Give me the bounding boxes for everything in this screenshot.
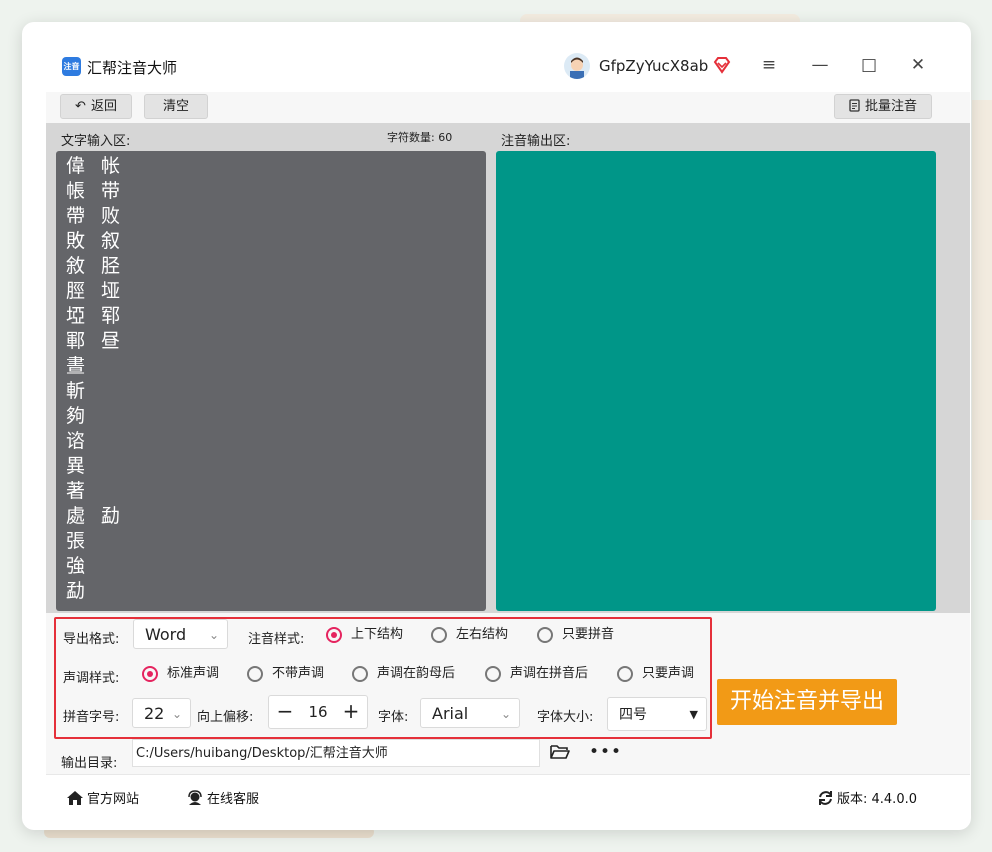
chevron-down-icon: ⌄ — [500, 707, 511, 721]
menu-button[interactable]: ≡ — [756, 52, 782, 78]
user-avatar[interactable] — [564, 53, 590, 79]
home-icon — [67, 791, 83, 805]
output-dir-label: 输出目录: — [61, 756, 118, 771]
input-line: 斬 — [66, 380, 91, 402]
app-title: 汇帮注音大师 — [87, 59, 178, 77]
input-line: 張 — [66, 530, 91, 552]
input-line: 異 — [66, 455, 91, 477]
input-line: 埡 郓 — [66, 305, 126, 327]
input-line: 帶 败 — [66, 205, 126, 227]
online-support-link[interactable]: 在线客服 — [186, 788, 259, 807]
radio-selected-icon — [326, 627, 342, 643]
toolbar: ↶ 返回 清空 批量注音 — [46, 92, 970, 124]
pinyin-output-area[interactable] — [496, 151, 936, 611]
input-line: 脛 垭 — [66, 280, 126, 302]
font-size-value: 四号 — [619, 707, 647, 723]
font-size-select[interactable]: 四号 ▼ — [607, 697, 707, 731]
input-line: 敗 叙 — [66, 230, 126, 252]
input-line: 帳 带 — [66, 180, 126, 202]
input-line: 敘 胫 — [66, 255, 126, 277]
refresh-icon — [819, 791, 832, 805]
folder-open-icon[interactable] — [549, 742, 571, 762]
font-value: Arial — [432, 704, 469, 723]
maximize-button[interactable]: □ — [856, 52, 882, 78]
start-export-button[interactable]: 开始注音并导出 — [717, 679, 897, 725]
footer: 官方网站 在线客服 版本: 4.4.0.0 — [46, 774, 970, 811]
font-size-label: 字体大小: — [537, 710, 594, 725]
radio-icon — [617, 666, 633, 682]
app-window: 注音 汇帮注音大师 GfpZyYucX8ab ≡ — □ ✕ ↶ 返回 清空 批… — [22, 22, 971, 830]
offset-label: 向上偏移: — [197, 710, 254, 725]
undo-arrow-icon: ↶ — [75, 99, 86, 114]
caret-down-icon: ▼ — [689, 708, 698, 721]
headset-icon — [188, 790, 202, 805]
input-line: 勐 — [66, 580, 91, 602]
batch-annotate-button[interactable]: 批量注音 — [834, 94, 932, 119]
options-panel: 导出格式: Word ⌄ 注音样式: 上下结构 左右结构 只要拼音 声调样式: … — [54, 617, 712, 739]
input-line: 強 — [66, 555, 91, 577]
radio-selected-icon — [142, 666, 158, 682]
more-options-icon[interactable]: ••• — [589, 742, 622, 762]
pinyin-size-select[interactable]: 22 ⌄ — [132, 698, 191, 728]
clear-button[interactable]: 清空 — [144, 94, 208, 119]
work-area: 文字输入区: 字符数量: 60 注音输出区: 偉 帐 帳 带 帶 败 敗 叙 敘… — [46, 123, 970, 613]
back-button[interactable]: ↶ 返回 — [60, 94, 132, 119]
username[interactable]: GfpZyYucX8ab — [599, 57, 708, 75]
input-line: 處 勐 — [66, 505, 126, 527]
title-bar: 注音 汇帮注音大师 GfpZyYucX8ab ≡ — □ ✕ — [46, 30, 970, 92]
input-line: 夠 — [66, 405, 91, 427]
text-input-area[interactable]: 偉 帐 帳 带 帶 败 敗 叙 敘 胫 脛 垭 埡 郓 鄆 昼 晝 斬 夠 谘 … — [56, 151, 486, 611]
pinyin-size-label: 拼音字号: — [63, 710, 120, 725]
annotation-style-label: 注音样式: — [248, 632, 305, 647]
export-format-select[interactable]: Word ⌄ — [133, 619, 228, 649]
export-format-label: 导出格式: — [63, 632, 120, 647]
chevron-down-icon: ⌄ — [171, 707, 182, 721]
input-line: 晝 — [66, 355, 91, 377]
decrement-button[interactable]: − — [269, 696, 301, 728]
output-area-label: 注音输出区: — [501, 134, 571, 149]
offset-stepper: − 16 + — [268, 695, 368, 729]
input-line: 谘 — [66, 430, 91, 452]
increment-button[interactable]: + — [335, 696, 367, 728]
radio-icon — [247, 666, 263, 682]
output-dir-input[interactable]: C:/Users/huibang/Desktop/汇帮注音大师 — [132, 739, 540, 767]
version-info[interactable]: 版本: 4.4.0.0 — [817, 788, 917, 807]
export-format-value: Word — [145, 625, 187, 644]
radio-icon — [431, 627, 447, 643]
radio-icon — [352, 666, 368, 682]
input-area-label: 文字输入区: — [61, 134, 131, 149]
radio-icon — [485, 666, 501, 682]
close-button[interactable]: ✕ — [905, 52, 931, 78]
batch-annotate-label: 批量注音 — [864, 99, 917, 114]
minimize-button[interactable]: — — [807, 52, 833, 78]
offset-value[interactable]: 16 — [301, 696, 335, 728]
input-line: 偉 帐 — [66, 155, 126, 177]
background-decoration — [972, 100, 992, 520]
tone-style-label: 声调样式: — [63, 671, 120, 686]
chevron-down-icon: ⌄ — [208, 628, 219, 642]
radio-icon — [537, 627, 553, 643]
vip-diamond-icon[interactable] — [712, 55, 732, 75]
character-count: 字符数量: 60 — [387, 131, 453, 144]
pinyin-size-value: 22 — [144, 704, 165, 723]
app-logo-icon: 注音 — [62, 57, 81, 76]
font-select[interactable]: Arial ⌄ — [420, 698, 520, 728]
official-website-link[interactable]: 官方网站 — [66, 788, 139, 807]
document-icon — [849, 95, 860, 118]
input-line: 著 — [66, 480, 91, 502]
window-content: 注音 汇帮注音大师 GfpZyYucX8ab ≡ — □ ✕ ↶ 返回 清空 批… — [46, 30, 970, 811]
back-button-label: 返回 — [90, 99, 117, 114]
input-line: 鄆 昼 — [66, 330, 126, 352]
font-label: 字体: — [378, 710, 409, 725]
